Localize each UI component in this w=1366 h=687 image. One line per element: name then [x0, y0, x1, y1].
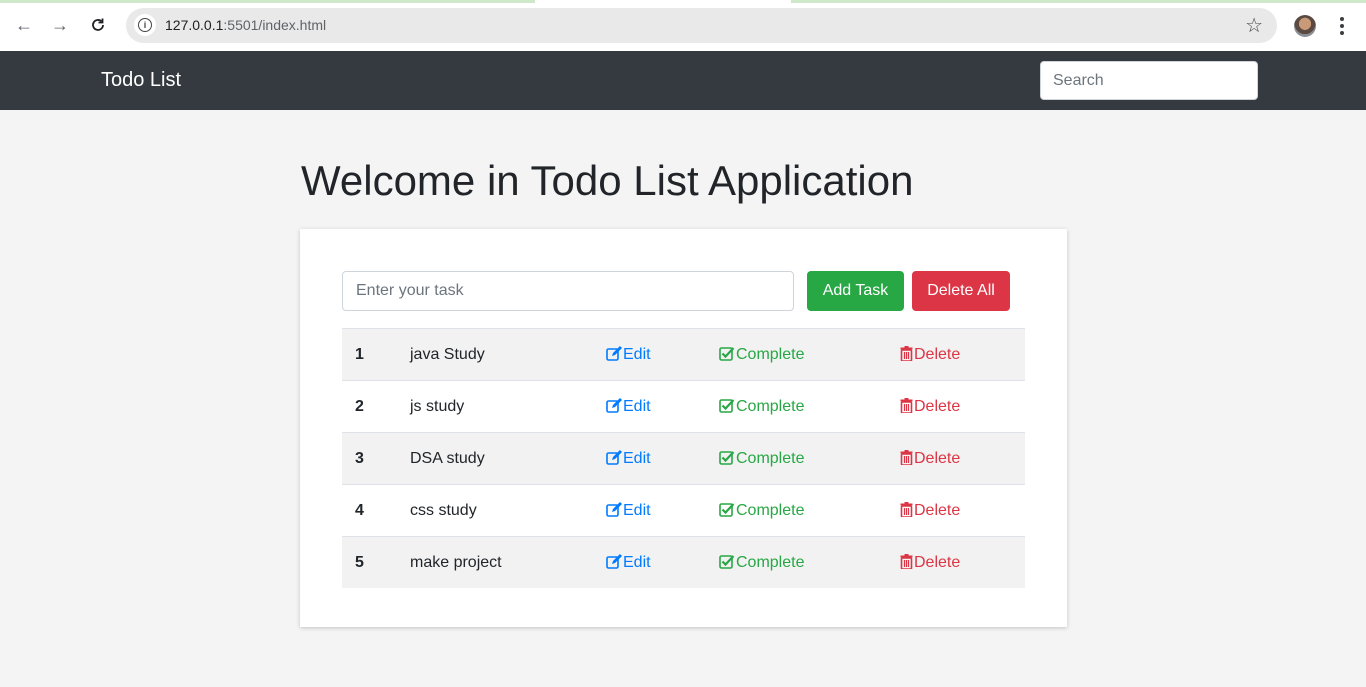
url-host: 127.0.0.1 — [165, 17, 224, 33]
complete-button[interactable]: Complete — [719, 433, 804, 484]
delete-label: Delete — [914, 398, 961, 415]
check-square-icon — [719, 555, 735, 569]
edit-button[interactable]: Edit — [606, 433, 651, 484]
task-number: 1 — [355, 346, 364, 363]
edit-button[interactable]: Edit — [606, 381, 651, 432]
trash-icon — [900, 346, 913, 361]
complete-button[interactable]: Complete — [719, 329, 804, 380]
edit-label: Edit — [623, 450, 651, 467]
delete-all-button[interactable]: Delete All — [912, 271, 1010, 311]
complete-label: Complete — [736, 502, 805, 519]
task-number: 2 — [355, 398, 364, 415]
todo-card: Add Task Delete All 1 java Study Edit Co… — [300, 229, 1067, 627]
search-input[interactable] — [1040, 61, 1258, 100]
check-square-icon — [719, 451, 735, 465]
task-table: 1 java Study Edit Complete Delete 2 js s… — [342, 328, 1025, 588]
check-square-icon — [719, 347, 735, 361]
delete-label: Delete — [914, 450, 961, 467]
app-navbar: Todo List — [0, 51, 1366, 110]
edit-button[interactable]: Edit — [606, 485, 651, 536]
delete-button[interactable]: Delete — [900, 381, 960, 432]
complete-label: Complete — [736, 398, 805, 415]
url-text: 127.0.0.1:5501/index.html — [165, 17, 326, 33]
navbar-brand[interactable]: Todo List — [101, 69, 181, 92]
complete-button[interactable]: Complete — [719, 381, 804, 432]
tab-strip-edge — [0, 0, 1366, 3]
delete-button[interactable]: Delete — [900, 485, 960, 536]
task-text: js study — [410, 398, 465, 415]
add-task-button[interactable]: Add Task — [807, 271, 904, 311]
complete-button[interactable]: Complete — [719, 485, 804, 536]
back-arrow-icon[interactable]: ← — [11, 12, 37, 38]
site-info-icon[interactable]: i — [134, 14, 156, 36]
task-number: 5 — [355, 554, 364, 571]
edit-button[interactable]: Edit — [606, 537, 651, 588]
page-title: Welcome in Todo List Application — [301, 157, 914, 204]
edit-icon — [606, 398, 622, 413]
trash-icon — [900, 398, 913, 413]
task-text: java Study — [410, 346, 485, 363]
edit-label: Edit — [623, 346, 651, 363]
table-row: 4 css study Edit Complete Delete — [342, 485, 1025, 537]
delete-label: Delete — [914, 554, 961, 571]
task-text: css study — [410, 502, 477, 519]
table-row: 2 js study Edit Complete Delete — [342, 381, 1025, 433]
edit-icon — [606, 554, 622, 569]
browser-menu-icon[interactable] — [1334, 13, 1350, 39]
edit-icon — [606, 450, 622, 465]
check-square-icon — [719, 399, 735, 413]
edit-label: Edit — [623, 554, 651, 571]
edit-label: Edit — [623, 398, 651, 415]
delete-button[interactable]: Delete — [900, 537, 960, 588]
reload-icon[interactable] — [85, 12, 111, 38]
complete-label: Complete — [736, 554, 805, 571]
edit-button[interactable]: Edit — [606, 329, 651, 380]
forward-arrow-icon[interactable]: → — [47, 12, 73, 38]
address-bar[interactable]: i 127.0.0.1:5501/index.html ☆ — [126, 8, 1277, 43]
bookmark-star-icon[interactable]: ☆ — [1245, 13, 1263, 38]
trash-icon — [900, 450, 913, 465]
complete-button[interactable]: Complete — [719, 537, 804, 588]
trash-icon — [900, 554, 913, 569]
browser-toolbar: ← → i 127.0.0.1:5501/index.html ☆ — [0, 0, 1366, 52]
delete-label: Delete — [914, 346, 961, 363]
task-input[interactable] — [342, 271, 794, 311]
check-square-icon — [719, 503, 735, 517]
complete-label: Complete — [736, 346, 805, 363]
task-number: 3 — [355, 450, 364, 467]
delete-button[interactable]: Delete — [900, 329, 960, 380]
profile-avatar[interactable] — [1294, 15, 1316, 37]
complete-label: Complete — [736, 450, 805, 467]
delete-label: Delete — [914, 502, 961, 519]
table-row: 1 java Study Edit Complete Delete — [342, 329, 1025, 381]
task-text: DSA study — [410, 450, 485, 467]
trash-icon — [900, 502, 913, 517]
url-path: :5501/index.html — [223, 17, 327, 33]
delete-button[interactable]: Delete — [900, 433, 960, 484]
table-row: 5 make project Edit Complete Delete — [342, 537, 1025, 588]
task-number: 4 — [355, 502, 364, 519]
edit-icon — [606, 502, 622, 517]
task-text: make project — [410, 554, 502, 571]
edit-label: Edit — [623, 502, 651, 519]
table-row: 3 DSA study Edit Complete Delete — [342, 433, 1025, 485]
edit-icon — [606, 346, 622, 361]
